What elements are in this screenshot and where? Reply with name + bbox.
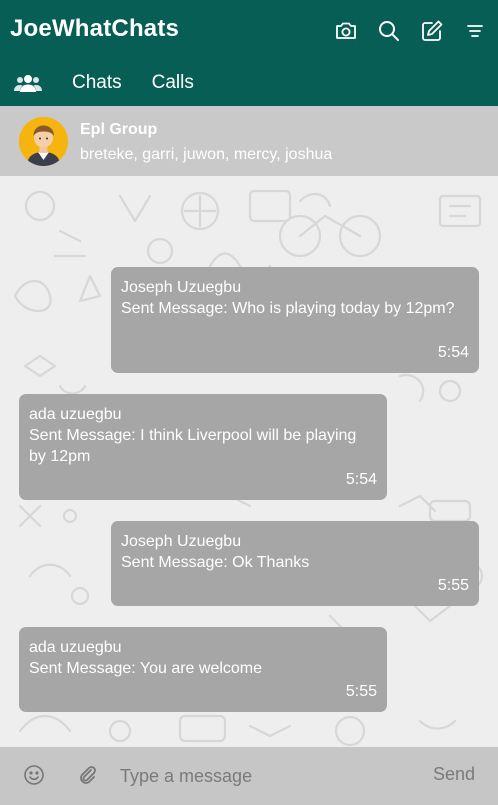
header-actions	[332, 17, 488, 44]
camera-icon[interactable]	[332, 17, 359, 44]
message-time: 5:55	[437, 577, 469, 594]
message-time: 5:54	[437, 344, 469, 361]
message-input[interactable]	[120, 761, 410, 791]
avatar[interactable]	[19, 117, 68, 166]
message-sender: ada uzuegbu	[29, 639, 122, 656]
message-sender: Joseph Uzuegbu	[121, 533, 242, 550]
message-text: Sent Message: Ok Thanks	[121, 554, 310, 571]
message-bubble[interactable]: ada uzuegbu Sent Message: You are welcom…	[19, 627, 387, 712]
compose-bar: Send	[0, 747, 498, 805]
compose-icon[interactable]	[418, 17, 445, 44]
tab-calls[interactable]: Calls	[152, 72, 194, 94]
message-text: Sent Message: I think Liverpool will be …	[29, 427, 357, 465]
message-sender: Joseph Uzuegbu	[121, 279, 242, 296]
message-bubble[interactable]: ada uzuegbu Sent Message: I think Liverp…	[19, 394, 387, 500]
message-sender: ada uzuegbu	[29, 406, 122, 423]
message-time: 5:55	[345, 683, 377, 700]
tab-groups[interactable]	[4, 73, 52, 93]
app-header: JoeWhatChats Chats Calls	[0, 0, 498, 106]
search-icon[interactable]	[375, 17, 402, 44]
send-button[interactable]: Send	[433, 764, 475, 785]
message-time: 5:54	[345, 471, 377, 488]
attach-icon[interactable]	[76, 764, 98, 786]
message-text: Sent Message: You are welcome	[29, 660, 263, 677]
message-bubble[interactable]: Joseph Uzuegbu Sent Message: Who is play…	[111, 267, 479, 373]
group-members: breteke, garri, juwon, mercy, joshua	[80, 146, 333, 163]
menu-icon[interactable]	[461, 17, 488, 44]
message-text: Sent Message: Who is playing today by 12…	[121, 300, 455, 317]
group-name: Epl Group	[80, 121, 158, 138]
chat-area[interactable]: Joseph Uzuegbu Sent Message: Who is play…	[0, 176, 498, 747]
message-bubble[interactable]: Joseph Uzuegbu Sent Message: Ok Thanks 5…	[111, 521, 479, 606]
tab-bar: Chats Calls	[0, 60, 212, 106]
emoji-icon[interactable]	[23, 764, 45, 786]
tab-chats[interactable]: Chats	[72, 72, 122, 94]
group-icon	[14, 75, 42, 92]
app-title: JoeWhatChats	[10, 15, 180, 42]
group-header[interactable]: Epl Group breteke, garri, juwon, mercy, …	[0, 106, 498, 176]
